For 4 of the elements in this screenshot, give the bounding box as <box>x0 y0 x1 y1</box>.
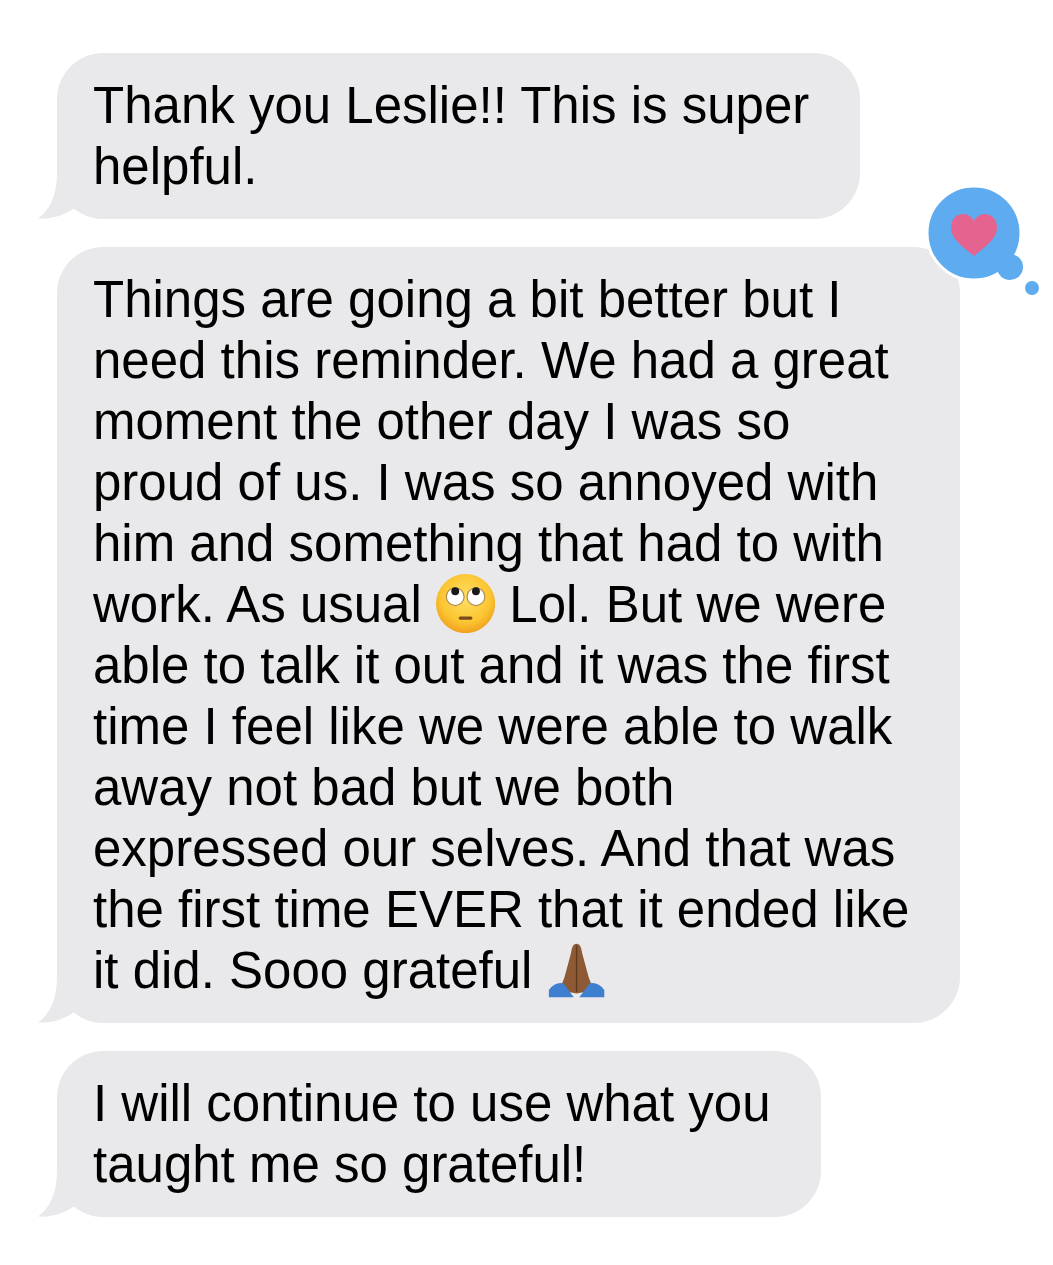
message-text: Thank you Leslie!! This is super helpful. <box>93 76 811 197</box>
eye-roll-face-icon <box>436 574 496 634</box>
message-text: Things are going a bit better but I need this reminder. We had a great moment the other day I was so proud of us. I was so annoyed with him and something that had to with work. As usual Lol. But we were able to talk it out and it was the first time I feel like we were able to walk away not bad but we both expressed our selves. And that was the first time EVER that it ended like it did. Sooo grateful <box>93 270 911 1001</box>
message-text: I will continue to use what you taught me so grateful! <box>93 1074 772 1195</box>
